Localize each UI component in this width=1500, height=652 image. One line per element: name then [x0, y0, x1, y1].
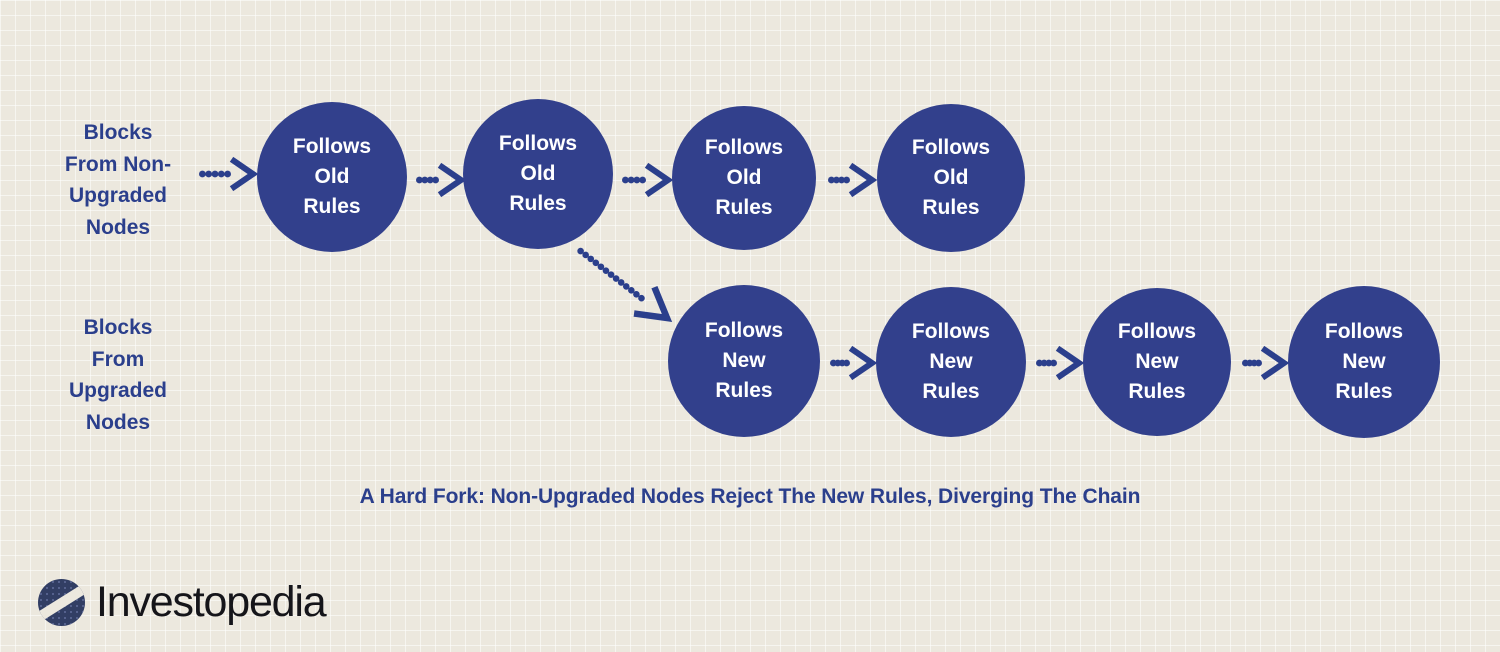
node-old-rules-2: Follows Old Rules: [463, 99, 613, 249]
node-old-rules-3: Follows Old Rules: [672, 106, 816, 250]
investopedia-logo: Investopedia: [38, 578, 327, 627]
arrow-node3-to-node4: [828, 162, 878, 198]
arrow-node5-to-node6: [830, 345, 878, 381]
investopedia-wordmark: Investopedia: [96, 578, 327, 626]
node-new-rules-3: Follows New Rules: [1083, 288, 1231, 436]
arrow-fork-diagonal: [577, 247, 673, 322]
arrow-node1-to-node2: [416, 162, 467, 198]
node-old-rules-1: Follows Old Rules: [257, 102, 407, 252]
arrow-node7-to-node8: [1242, 345, 1290, 381]
node-new-rules-2: Follows New Rules: [876, 287, 1026, 437]
node-old-rules-4: Follows Old Rules: [877, 104, 1025, 252]
node-new-rules-4: Follows New Rules: [1288, 286, 1440, 438]
row-label-non-upgraded: Blocks From Non- Upgraded Nodes: [64, 121, 172, 239]
arrow-node6-to-node7: [1036, 345, 1085, 381]
diagram-canvas: Blocks From Non- Upgraded Nodes Blocks F…: [0, 0, 1500, 652]
diagram-caption: A Hard Fork: Non-Upgraded Nodes Reject T…: [359, 485, 1141, 508]
node-new-rules-1: Follows New Rules: [668, 285, 820, 437]
investopedia-logo-mark-icon: [38, 579, 85, 626]
row-label-upgraded: Blocks From Upgraded Nodes: [68, 316, 167, 434]
logo-texture: [38, 579, 85, 626]
arrow-node2-to-node3: [622, 162, 674, 198]
